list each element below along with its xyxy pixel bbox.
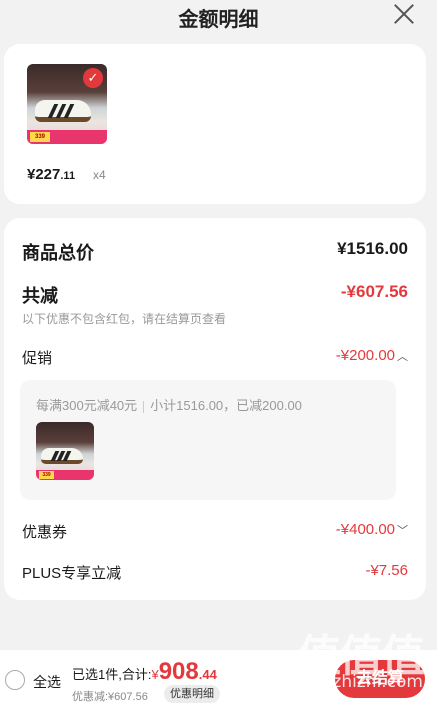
- page-title: 金额明细: [178, 9, 259, 31]
- price-tag: 339: [39, 471, 54, 479]
- selected-summary: 已选1件,合计:¥908.44: [72, 658, 217, 685]
- promo-label: 促销: [22, 350, 53, 367]
- item-price: ¥227.11: [27, 166, 76, 183]
- promo-product-thumbnail[interactable]: 339: [36, 422, 94, 480]
- chevron-down-icon[interactable]: ﹀: [397, 522, 408, 538]
- checkout-bar: 全选 已选1件,合计:¥908.44 优惠减:¥607.56 优惠明细 去结算: [0, 650, 437, 705]
- promo-detail-box: 每满300元减40元 小计1516.00，已减200.00 339: [20, 380, 396, 500]
- product-thumbnail[interactable]: ✓ 339: [27, 64, 107, 144]
- price-tag: 339: [30, 132, 50, 142]
- checkout-button[interactable]: 去结算: [335, 660, 425, 698]
- discount-detail-button[interactable]: 优惠明细: [164, 685, 220, 703]
- reduce-value: -¥607.56: [340, 282, 408, 301]
- promo-subtotal: 小计1516.00，已减200.00: [150, 398, 302, 413]
- total-row: 商品总价 ¥1516.00: [22, 239, 408, 263]
- plus-label: PLUS专享立减: [22, 565, 122, 582]
- promo-value: -¥200.00: [335, 347, 395, 364]
- total-value: ¥1516.00: [337, 239, 408, 258]
- item-card: ✓ 339 ¥227.11 x4: [4, 44, 426, 204]
- select-all-radio[interactable]: [5, 670, 25, 690]
- total-amount: 908: [158, 658, 199, 685]
- plus-value: -¥7.56: [365, 562, 408, 579]
- total-label: 商品总价: [22, 243, 94, 263]
- header: 金额明细: [0, 0, 437, 36]
- close-icon[interactable]: [393, 3, 415, 25]
- reduce-label: 共减: [22, 286, 58, 306]
- plus-row: PLUS专享立减 -¥7.56: [22, 562, 408, 582]
- coupon-row[interactable]: 优惠券 -¥400.00 ﹀: [22, 521, 408, 541]
- amount-detail-card: 商品总价 ¥1516.00 共减 -¥607.56 以下优惠不包含红包，请在结算…: [4, 218, 426, 600]
- item-quantity: x4: [93, 168, 106, 182]
- promo-rule: 每满300元减40元: [36, 398, 138, 413]
- select-all-label[interactable]: 全选: [33, 672, 61, 692]
- reduce-row: 共减 -¥607.56: [22, 282, 408, 306]
- check-badge-icon: ✓: [83, 68, 103, 88]
- discount-text: 优惠减:¥607.56: [72, 691, 148, 703]
- coupon-value: -¥400.00: [335, 521, 395, 538]
- reduce-note: 以下优惠不包含红包，请在结算页查看: [22, 312, 227, 326]
- promo-info: 每满300元减40元 小计1516.00，已减200.00: [36, 395, 302, 414]
- divider: [143, 400, 145, 413]
- chevron-up-icon[interactable]: ︿: [397, 348, 408, 364]
- promo-row[interactable]: 促销 -¥200.00 ︿: [22, 347, 408, 367]
- coupon-label: 优惠券: [22, 524, 68, 541]
